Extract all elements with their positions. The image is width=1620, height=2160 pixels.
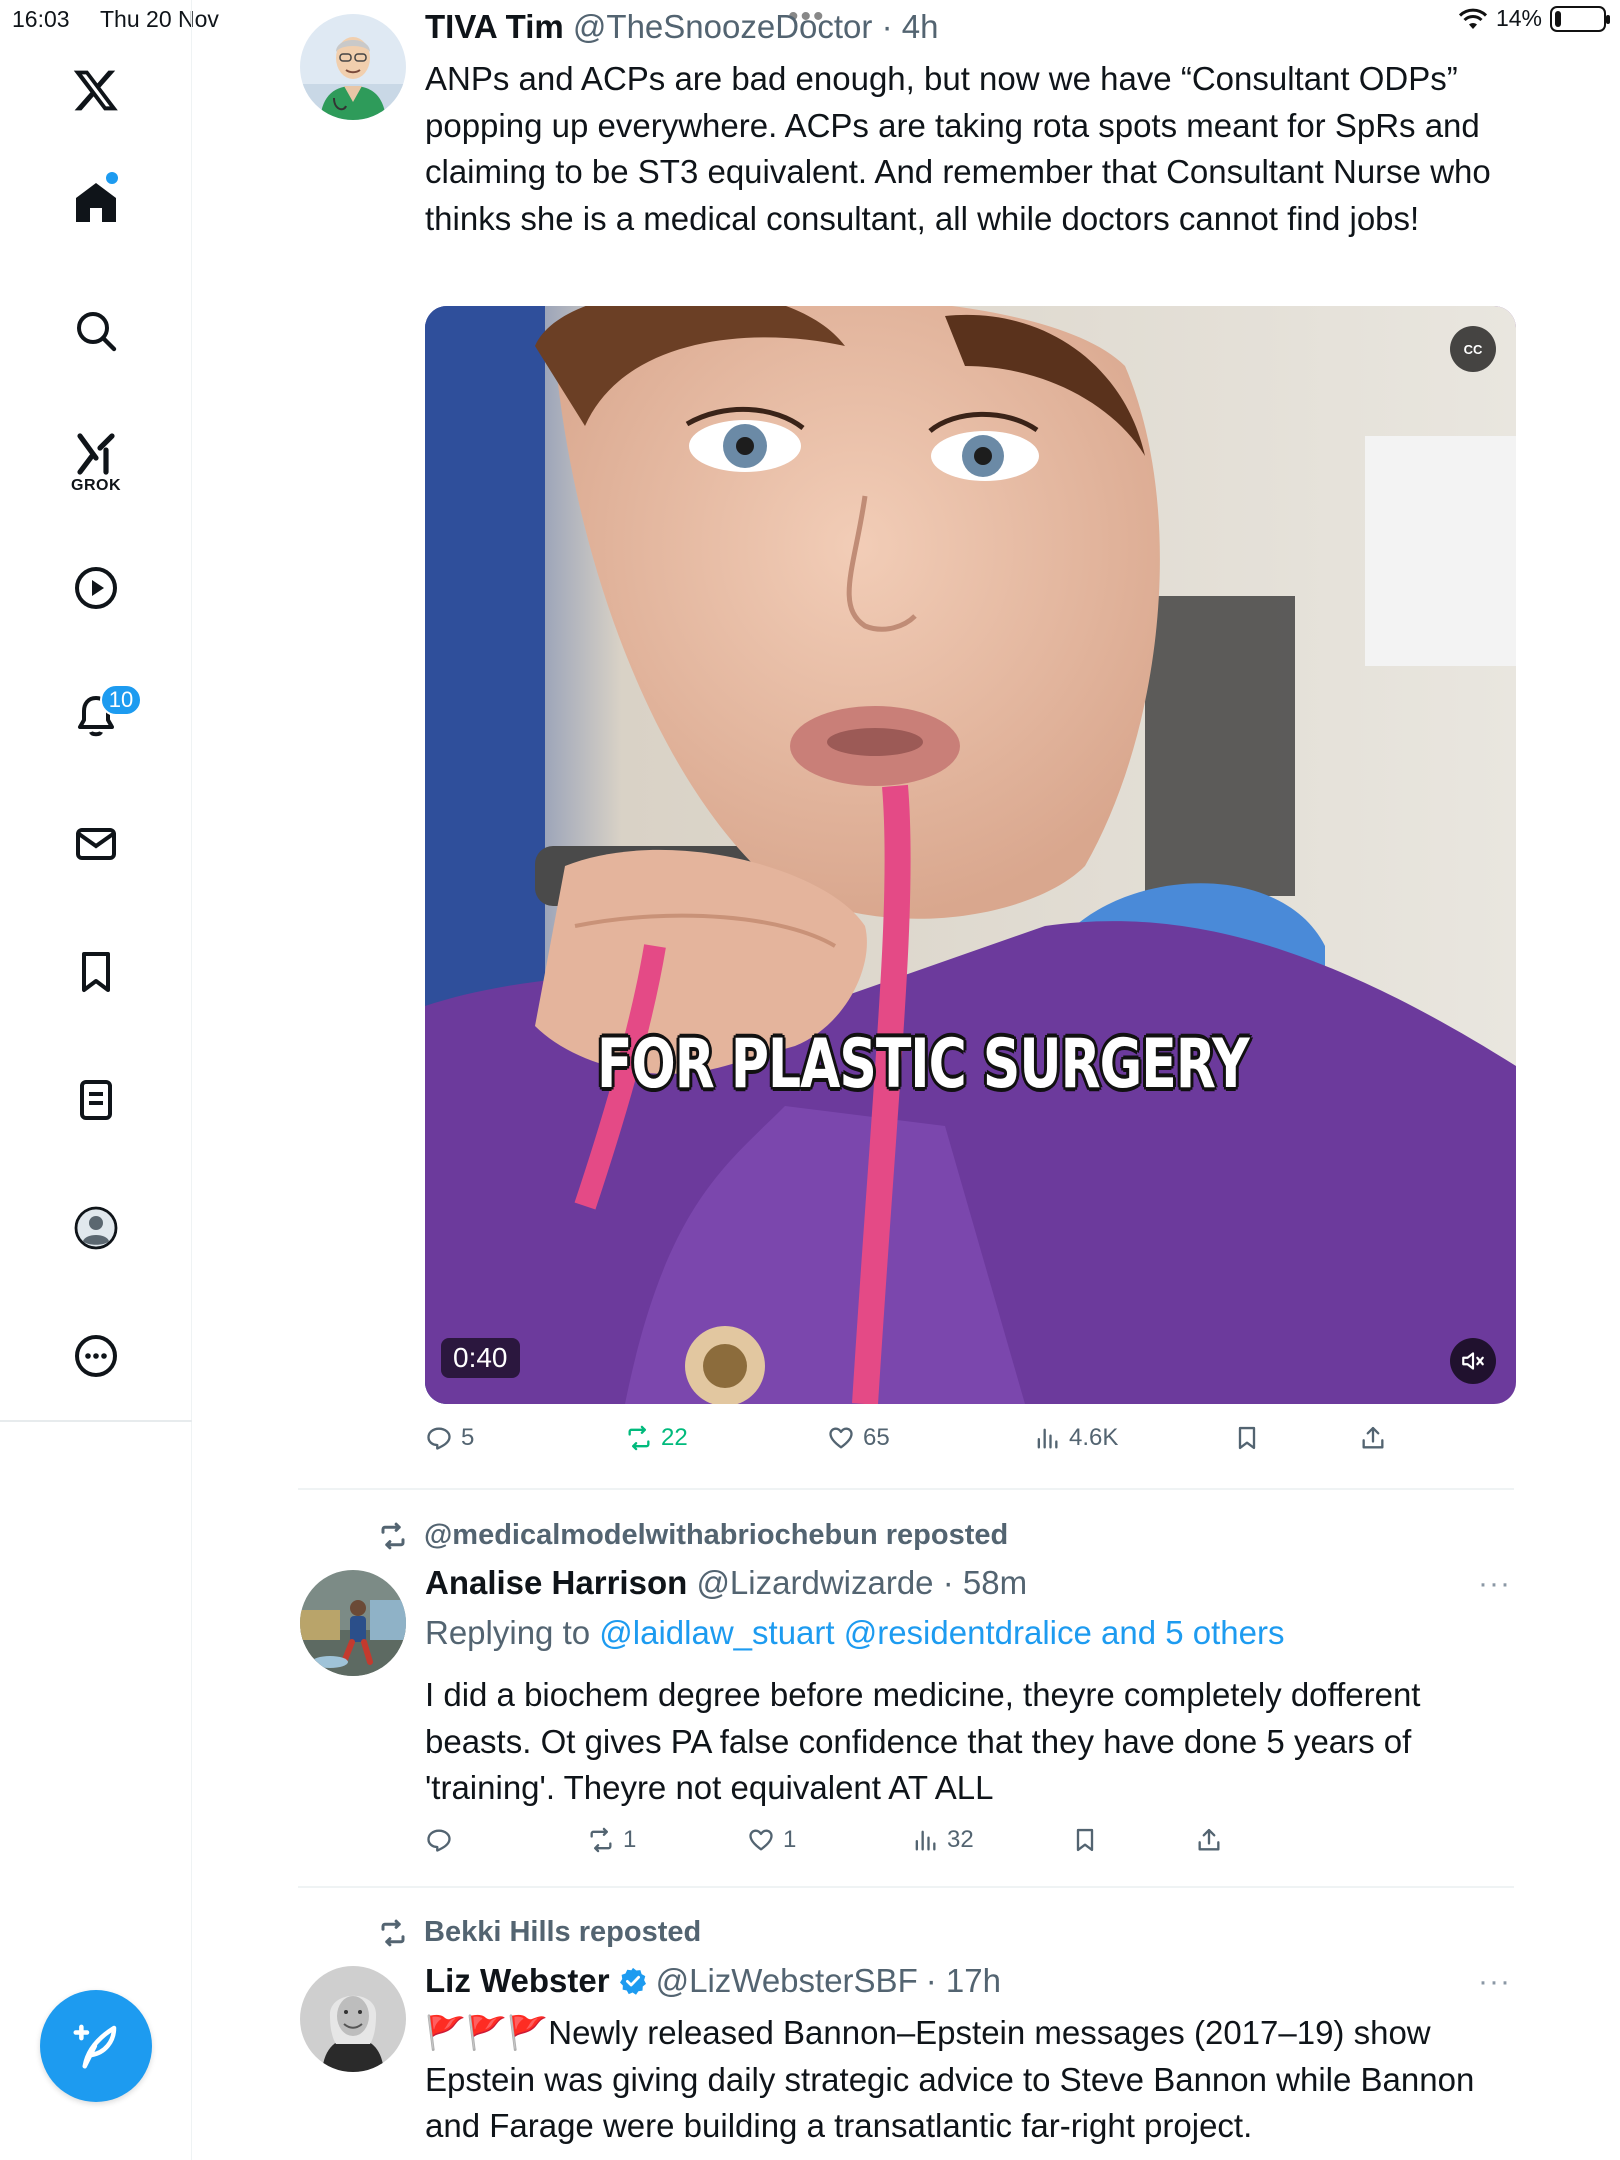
reply-button[interactable] [425,1826,461,1854]
verified-badge-icon [619,1967,646,1995]
battery-percent: 14% [1495,5,1542,31]
tweet-divider [298,1488,1514,1490]
video-duration: 0:40 [441,1338,520,1378]
like-button[interactable]: 1 [747,1826,796,1854]
list-icon[interactable] [56,1060,136,1140]
tweet-divider [298,1886,1514,1888]
repost-icon [628,1425,650,1451]
more-icon[interactable] [56,1316,136,1396]
tweet-header: TIVA Tim @TheSnoozeDoctor · 4h [425,8,938,46]
tweet-header: Analise Harrison @Lizardwizarde · 58m [425,1564,1027,1602]
video-frame [425,306,1516,1404]
avatar[interactable] [300,14,406,120]
author-handle[interactable]: @LizWebsterSBF [656,1962,918,2000]
share-button[interactable] [1195,1826,1223,1854]
tweet-actions: 1 1 32 [425,1826,1425,1866]
tweet-text: I did a biochem degree before medicine, … [425,1676,1421,1806]
repost-button[interactable]: 1 [587,1826,636,1854]
repost-icon [381,1522,405,1549]
views-icon [1037,1428,1058,1449]
like-count: 1 [783,1826,797,1853]
tweet-text: ANPs and ACPs are bad enough, but now we… [425,60,1491,237]
share-button[interactable] [1359,1424,1387,1452]
status-right: 14% [1458,5,1610,32]
mail-icon[interactable] [56,804,136,884]
reply-icon [427,1427,451,1450]
repost-context: @medicalmodelwithabriochebun reposted [378,1519,1008,1552]
repost-button[interactable]: 22 [625,1424,688,1452]
share-icon [1198,1828,1220,1851]
reposted-by[interactable]: @medicalmodelwithabriochebun reposted [424,1519,1008,1552]
tweet-time[interactable]: · 17h [926,1962,1001,2000]
tweet-text: 🚩🚩🚩Newly released Bannon–Epstein message… [425,2014,1475,2144]
views-button[interactable]: 32 [911,1826,974,1854]
author-name[interactable]: Analise Harrison [425,1564,687,1601]
profile-icon[interactable] [56,1188,136,1268]
x-logo-icon[interactable] [56,50,136,130]
repost-count: 1 [623,1826,637,1853]
view-count: 4.6K [1069,1424,1119,1451]
tweet-time[interactable]: · 4h [882,8,939,45]
like-count: 65 [863,1424,890,1451]
more-options-button[interactable]: ··· [1478,1965,1511,1999]
play-icon[interactable] [56,548,136,628]
home-icon[interactable] [56,162,136,242]
home-unread-dot [106,172,118,184]
repost-icon [381,1919,405,1946]
views-button[interactable]: 4.6K [1033,1424,1118,1452]
like-button[interactable]: 65 [827,1424,890,1452]
author-name[interactable]: TIVA Tim [425,8,564,45]
video-caption: FOR PLASTIC SURGERY [597,1026,1250,1104]
view-count: 32 [947,1826,974,1853]
heart-icon [749,1829,773,1851]
mute-button[interactable] [1450,1338,1496,1384]
battery-fill [1555,10,1561,27]
search-icon[interactable] [56,291,136,371]
bookmark-icon [1238,1426,1256,1450]
author-handle[interactable]: @TheSnoozeDoctor [573,8,872,45]
video-player[interactable]: FOR PLASTIC SURGERY CC 0:40 [425,306,1516,1404]
bookmark-icon[interactable] [56,932,136,1012]
tweet-header: Liz Webster @LizWebsterSBF · 17h [425,1962,1001,2000]
cc-button[interactable]: CC [1450,326,1496,372]
replying-to-label: Replying to [425,1614,591,1651]
tweet-actions: 5 22 65 4.6K [425,1424,1425,1464]
replying-to: Replying to @laidlaw_stuart @residentdra… [425,1614,1284,1652]
wifi-icon [1458,8,1488,29]
battery-icon [1550,5,1610,32]
more-options-button[interactable]: ··· [1478,1567,1511,1601]
notifications-badge: 10 [100,684,142,716]
tweet-time[interactable]: · 58m [943,1564,1027,1601]
views-icon [915,1830,936,1851]
compose-button[interactable] [40,1990,152,2102]
avatar[interactable] [300,1966,406,2072]
grok-label: GROK [71,477,121,494]
mute-icon [1462,1352,1484,1370]
replying-to-links[interactable]: @laidlaw_stuart @residentdralice and 5 o… [599,1614,1284,1651]
bookmark-button[interactable] [1233,1424,1261,1452]
share-icon [1362,1426,1384,1449]
repost-context: Bekki Hills reposted [378,1916,701,1949]
author-handle[interactable]: @Lizardwizarde [696,1564,933,1601]
reply-count: 5 [461,1424,475,1451]
author-name[interactable]: Liz Webster [425,1962,610,2000]
reply-icon [427,1829,451,1852]
repost-count: 22 [661,1424,688,1451]
reposted-by[interactable]: Bekki Hills reposted [424,1916,701,1949]
repost-icon [590,1827,612,1853]
heart-icon [829,1427,853,1449]
sidebar-divider [0,1420,192,1422]
bookmark-button[interactable] [1071,1826,1099,1854]
sidebar: GROK 10 [0,0,192,2160]
avatar[interactable] [300,1570,406,1676]
reply-button[interactable]: 5 [425,1424,474,1452]
bookmark-icon [1076,1828,1094,1852]
compose-icon [73,2024,117,2069]
